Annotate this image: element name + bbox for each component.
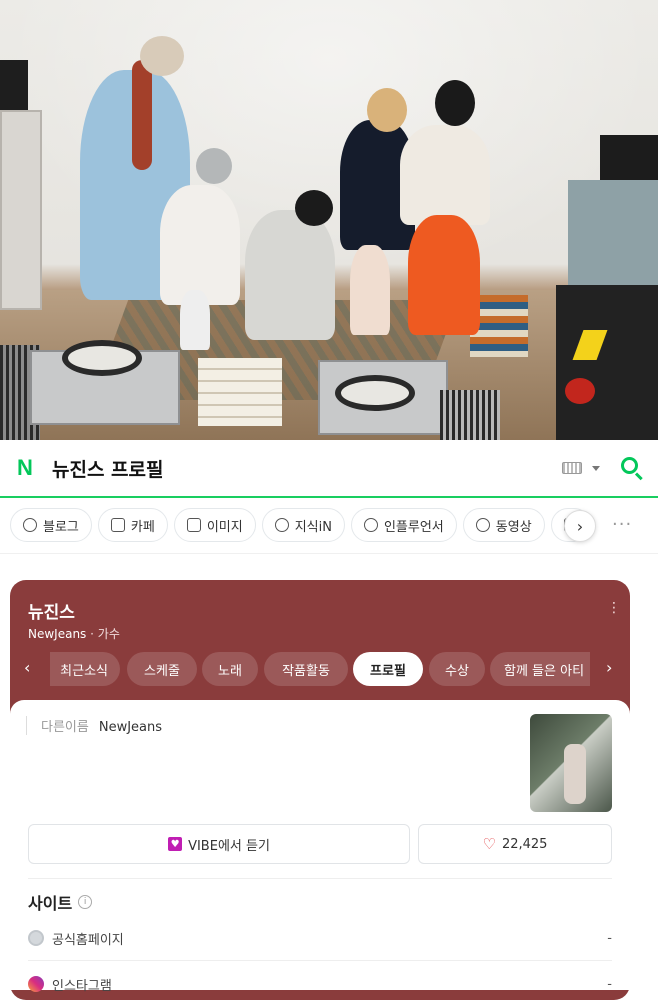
member-5 (400, 125, 490, 225)
photo-amp (556, 285, 658, 440)
search-icon[interactable] (620, 456, 644, 481)
vibe-label: VIBE에서 듣기 (188, 838, 270, 854)
chip-works[interactable]: 작품활동 (264, 652, 348, 686)
dot-separator: · (90, 627, 98, 641)
divider (28, 878, 612, 879)
member-1-hat (140, 36, 184, 76)
chip-schedule[interactable]: 스케줄 (127, 652, 197, 686)
search-query[interactable]: 뉴진스 프로필 (52, 455, 562, 482)
tab-label: 지식iN (294, 519, 332, 535)
artist-name-en: NewJeans (28, 627, 87, 641)
chip-related-artists[interactable]: 함께 들은 아티 (490, 652, 590, 686)
chevron-left-icon[interactable]: ‹ (24, 658, 30, 677)
tab-image[interactable]: 이미지 (173, 508, 256, 542)
artist-name[interactable]: 뉴진스 (28, 598, 75, 623)
site-row-homepage[interactable]: 공식홈페이지 - (28, 918, 612, 958)
site-row-instagram[interactable]: 인스타그램 - (28, 964, 612, 1004)
member-4-legs (350, 245, 390, 335)
profile-thumbnail[interactable] (530, 714, 612, 812)
member-4-head (367, 88, 407, 132)
member-5-head (435, 80, 475, 126)
like-button[interactable]: ♡ 22,425 (418, 824, 612, 864)
divider (0, 553, 658, 554)
tab-label: 동영상 (495, 519, 532, 535)
member-2-hat (196, 148, 232, 184)
alias-row: 다른이름 NewJeans (26, 716, 162, 735)
alias-value: NewJeans (98, 720, 163, 735)
chevron-right-icon[interactable]: › (564, 510, 596, 542)
chip-recent[interactable]: 최근소식 (50, 652, 120, 686)
more-icon[interactable]: ··· (612, 514, 632, 535)
like-count: 22,425 (501, 836, 548, 852)
tab-cafe[interactable]: 카페 (97, 508, 168, 542)
photo-bookstack (198, 358, 282, 426)
member-5-pants (408, 215, 480, 335)
tab-label: 이미지 (206, 519, 243, 535)
member-2 (160, 185, 240, 305)
member-3 (245, 210, 335, 340)
image-icon (186, 518, 201, 532)
photo-speaker-left (0, 60, 28, 110)
chevron-down-icon[interactable] (592, 465, 600, 471)
play-icon (475, 518, 490, 532)
instagram-icon (28, 976, 44, 992)
artist-role: 가수 (97, 627, 120, 641)
member-1-hair (132, 60, 152, 170)
profile-panel: 다른이름 NewJeans ♥ VIBE에서 듣기 ♡ 22,425 사이트 i … (10, 700, 630, 994)
tab-label: 인플루언서 (383, 519, 444, 535)
cafe-icon (110, 518, 125, 532)
alias-label: 다른이름 (41, 720, 89, 735)
hero-photo (0, 0, 658, 440)
site-value: - (607, 976, 612, 992)
tab-label: 카페 (130, 519, 155, 535)
heart-icon: ♡ (482, 835, 496, 853)
divider (28, 960, 612, 961)
tab-label: 블로그 (43, 519, 79, 535)
record-right (335, 375, 415, 411)
site-value: - (607, 930, 612, 946)
search-header: N 뉴진스 프로필 (0, 440, 658, 498)
profile-tabs: ‹ 최근소식 스케줄 노래 작품활동 프로필 수상 함께 들은 아티 › (10, 652, 630, 686)
photo-red-shape (565, 378, 595, 404)
chevron-right-icon[interactable]: › (606, 658, 612, 677)
site-label: 인스타그램 (52, 978, 112, 994)
more-vertical-icon[interactable]: ⋮ (607, 600, 621, 616)
artist-subtitle: NewJeans · 가수 (28, 625, 120, 642)
blog-icon (23, 518, 37, 532)
q-icon (274, 518, 289, 532)
chip-songs[interactable]: 노래 (202, 652, 258, 686)
site-section-label: 사이트 (28, 894, 73, 913)
info-icon[interactable]: i (78, 895, 93, 909)
member-3-head (295, 190, 333, 226)
member-2-legs (180, 290, 210, 350)
record-left (62, 340, 142, 376)
tab-blog[interactable]: 블로그 (10, 508, 92, 542)
tab-kin[interactable]: 지식iN (261, 508, 345, 542)
keyboard-icon[interactable] (562, 462, 582, 474)
chip-awards[interactable]: 수상 (429, 652, 485, 686)
naver-logo[interactable]: N (14, 455, 36, 480)
tab-influencer[interactable]: 인플루언서 (350, 508, 457, 542)
chip-profile[interactable]: 프로필 (353, 652, 423, 686)
site-section-title: 사이트 i (28, 890, 93, 914)
globe-icon (28, 930, 44, 946)
search-tabs: 블로그 카페 이미지 지식iN 인플루언서 동영상 (10, 508, 658, 544)
vibe-icon: ♥ (168, 837, 183, 851)
person-icon (363, 518, 378, 532)
site-label: 공식홈페이지 (52, 932, 124, 948)
vibe-listen-button[interactable]: ♥ VIBE에서 듣기 (28, 824, 410, 864)
photo-cabinet-left (0, 110, 42, 310)
photo-records-right (440, 390, 500, 440)
tab-video[interactable]: 동영상 (462, 508, 545, 542)
